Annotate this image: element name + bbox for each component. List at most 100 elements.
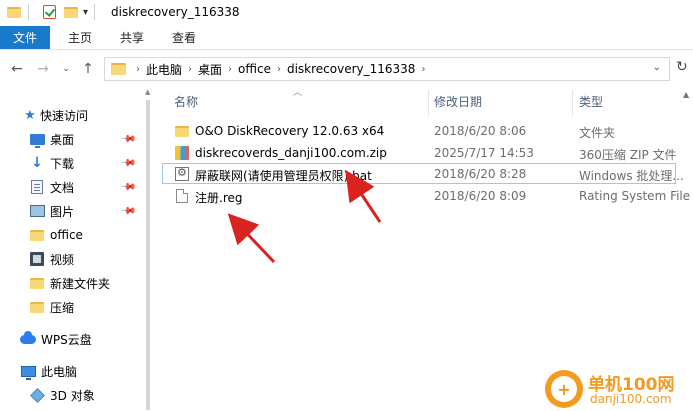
sidebar-item-label: 快速访问 <box>40 108 89 123</box>
refresh-icon[interactable]: ↻ <box>676 59 688 75</box>
scroll-up-icon[interactable]: ▲ <box>683 90 689 99</box>
file-type: Rating System File <box>579 189 691 203</box>
file-name: O&O DiskRecovery 12.0.63 x64 <box>195 124 385 138</box>
desktop-icon <box>29 131 45 148</box>
breadcrumb-this-pc[interactable]: 此电脑 <box>146 61 182 78</box>
pin-icon[interactable]: 📌 <box>120 155 137 172</box>
new-folder-icon[interactable] <box>63 4 79 20</box>
breadcrumb-current-folder[interactable]: diskrecovery_116338 <box>287 62 415 76</box>
recent-locations-icon[interactable]: ⌄ <box>56 59 76 79</box>
watermark-url: danji100.com <box>590 392 672 406</box>
sidebar-item-label: office <box>50 228 83 242</box>
file-date: 2018/6/20 8:06 <box>434 124 527 138</box>
sidebar-item-label: 视频 <box>50 252 75 267</box>
back-icon[interactable]: ← <box>7 59 27 79</box>
sidebar-item-compressed[interactable]: 压缩 <box>0 296 150 318</box>
file-row[interactable]: O&O DiskRecovery 12.0.63 x64 2018/6/20 8… <box>162 120 693 141</box>
file-row[interactable]: 注册.reg 2018/6/20 8:09 Rating System File <box>162 185 693 206</box>
chevron-right-icon[interactable]: › <box>228 64 232 75</box>
sidebar-item-3d-objects[interactable]: 3D 对象 <box>0 384 150 406</box>
sidebar-item-label: 下载 <box>50 156 75 171</box>
folder-icon <box>29 227 45 243</box>
sidebar-item-quick-access[interactable]: ★ 快速访问 <box>0 104 150 126</box>
zip-icon <box>174 145 190 161</box>
file-date: 2018/6/20 8:28 <box>434 167 527 181</box>
sidebar-item-label: 文档 <box>50 180 75 195</box>
tab-view[interactable]: 查看 <box>158 26 210 49</box>
address-dropdown-icon[interactable]: ⌄ <box>653 62 661 73</box>
pin-icon[interactable]: 📌 <box>120 203 137 220</box>
sidebar-item-pictures[interactable]: 图片 📌 <box>0 200 150 222</box>
sidebar-item-downloads[interactable]: ↓ 下载 📌 <box>0 152 150 174</box>
sidebar-item-videos[interactable]: 视频 <box>0 248 150 270</box>
customize-quick-access-icon[interactable]: ▾ <box>83 7 88 18</box>
sidebar-item-label: 3D 对象 <box>50 388 95 403</box>
toolbar-separator <box>28 4 29 20</box>
column-divider[interactable] <box>572 90 573 116</box>
breadcrumb-office[interactable]: office <box>238 62 271 76</box>
scroll-up-icon[interactable]: ▲ <box>145 88 150 96</box>
sidebar-scrollbar[interactable]: ▲ <box>143 86 153 411</box>
file-date: 2018/6/20 8:09 <box>434 189 527 203</box>
file-list: ︿ 名称 修改日期 类型 O&O DiskRecovery 12.0.63 x6… <box>162 86 693 411</box>
cloud-icon <box>20 330 36 347</box>
watermark-logo: + 单机100网 danji100.com <box>545 368 693 411</box>
sidebar-item-desktop[interactable]: 桌面 📌 <box>0 128 150 150</box>
column-header-name[interactable]: 名称 <box>174 86 198 116</box>
sidebar-item-this-pc[interactable]: 此电脑 <box>0 360 150 382</box>
folder-icon <box>29 299 45 315</box>
title-bar: ▾ diskrecovery_116338 <box>0 0 693 24</box>
column-divider[interactable] <box>428 90 429 116</box>
tab-file[interactable]: 文件 <box>0 26 50 49</box>
up-icon[interactable]: ↑ <box>78 59 98 79</box>
chevron-right-icon[interactable]: › <box>188 64 192 75</box>
toolbar-separator <box>94 4 96 20</box>
column-header-type[interactable]: 类型 <box>579 86 603 116</box>
plus-logo-icon: + <box>545 370 583 408</box>
folder-icon <box>29 275 45 291</box>
file-row-selected[interactable]: 屏蔽联网(请使用管理员权限).bat 2018/6/20 8:28 Window… <box>162 163 684 184</box>
file-name: 注册.reg <box>195 191 243 205</box>
3d-objects-icon <box>29 387 45 403</box>
forward-icon[interactable]: → <box>33 59 53 79</box>
sidebar-item-office[interactable]: office <box>0 224 150 246</box>
pin-icon[interactable]: 📌 <box>120 131 137 148</box>
file-name: diskrecoverds_danji100.com.zip <box>195 146 387 160</box>
chevron-right-icon[interactable]: › <box>136 64 140 75</box>
sidebar-item-new-folder[interactable]: 新建文件夹 <box>0 272 150 294</box>
pictures-icon <box>29 203 45 219</box>
sidebar-item-documents[interactable]: 文档 📌 <box>0 176 150 198</box>
scrollbar-thumb[interactable] <box>146 100 150 410</box>
sidebar-item-label: 桌面 <box>50 132 75 147</box>
folder-icon <box>6 4 22 20</box>
sidebar-item-wps-cloud[interactable]: WPS云盘 <box>0 328 150 350</box>
folder-icon <box>111 63 126 75</box>
reg-file-icon <box>174 188 190 204</box>
chevron-right-icon[interactable]: › <box>421 64 425 75</box>
tab-home[interactable]: 主页 <box>54 26 106 49</box>
bat-file-icon <box>174 166 190 182</box>
sort-ascending-icon: ︿ <box>293 88 303 98</box>
file-name: 屏蔽联网(请使用管理员权限).bat <box>195 169 372 183</box>
computer-icon <box>20 363 36 380</box>
sidebar-item-label: 新建文件夹 <box>50 276 111 291</box>
file-type: Windows 批处理... <box>579 169 684 183</box>
star-icon: ★ <box>24 107 36 123</box>
sidebar-item-label: 压缩 <box>50 300 75 315</box>
download-icon: ↓ <box>31 155 43 171</box>
sidebar-item-label: WPS云盘 <box>41 332 92 347</box>
properties-icon[interactable] <box>41 4 57 20</box>
video-icon <box>29 251 45 267</box>
navigation-bar: ← → ⌄ ↑ › 此电脑 › 桌面 › office › diskrecove… <box>0 55 693 83</box>
file-row[interactable]: diskrecoverds_danji100.com.zip 2025/7/17… <box>162 142 693 163</box>
tab-share[interactable]: 共享 <box>106 26 158 49</box>
file-list-scrollbar[interactable]: ▲ <box>680 86 693 411</box>
address-bar[interactable]: › 此电脑 › 桌面 › office › diskrecovery_11633… <box>104 57 670 81</box>
sidebar-item-label: 图片 <box>50 204 75 219</box>
breadcrumb-desktop[interactable]: 桌面 <box>198 61 222 78</box>
column-header-date[interactable]: 修改日期 <box>434 86 482 116</box>
file-date: 2025/7/17 14:53 <box>434 146 534 160</box>
pin-icon[interactable]: 📌 <box>120 179 137 196</box>
chevron-right-icon[interactable]: › <box>277 64 281 75</box>
sidebar-item-label: 此电脑 <box>41 364 78 379</box>
